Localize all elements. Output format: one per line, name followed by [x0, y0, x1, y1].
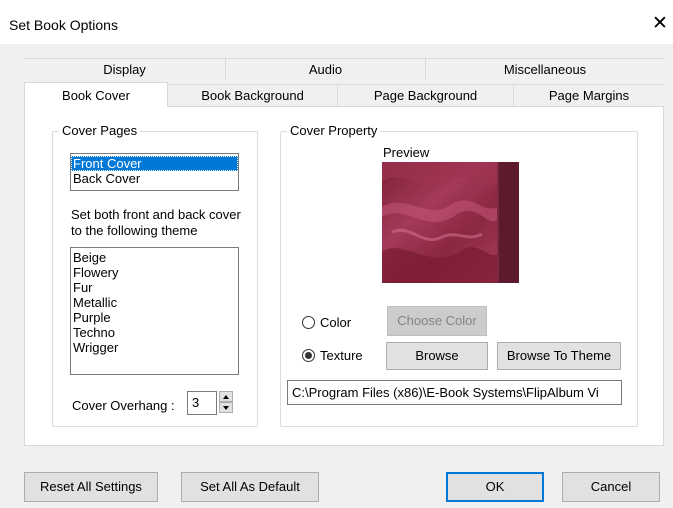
- close-icon[interactable]: ✕: [652, 14, 668, 33]
- choose-color-button[interactable]: Choose Color: [387, 306, 487, 336]
- cancel-button[interactable]: Cancel: [562, 472, 660, 502]
- tab-row-front: Book Cover Book Background Page Backgrou…: [24, 82, 664, 107]
- list-item-theme[interactable]: Wrigger: [71, 340, 238, 355]
- theme-instruction: Set both front and back cover to the fol…: [71, 207, 241, 238]
- list-item-theme[interactable]: Fur: [71, 280, 238, 295]
- texture-path-field[interactable]: C:\Program Files (x86)\E-Book Systems\Fl…: [287, 380, 622, 405]
- browse-to-theme-button[interactable]: Browse To Theme: [497, 342, 621, 370]
- ok-button[interactable]: OK: [446, 472, 544, 502]
- list-item-theme[interactable]: Metallic: [71, 295, 238, 310]
- cover-property-label: Cover Property: [287, 123, 381, 139]
- cover-overhang-input[interactable]: 3: [187, 391, 217, 415]
- tab-page-margins[interactable]: Page Margins: [514, 85, 664, 106]
- set-all-as-default-button[interactable]: Set All As Default: [181, 472, 319, 502]
- color-radio-label[interactable]: Color: [320, 315, 351, 330]
- texture-radio-label[interactable]: Texture: [320, 348, 363, 363]
- window-title: Set Book Options: [9, 17, 118, 33]
- tab-page-background[interactable]: Page Background: [338, 85, 514, 106]
- spin-down-button[interactable]: [219, 402, 233, 413]
- cover-overhang-label: Cover Overhang :: [72, 398, 175, 413]
- browse-button[interactable]: Browse: [386, 342, 488, 370]
- theme-listbox[interactable]: Beige Flowery Fur Metallic Purple Techno…: [70, 247, 239, 375]
- tab-row-back: Display Audio Miscellaneous: [24, 58, 664, 81]
- list-item-front-cover[interactable]: Front Cover: [71, 156, 238, 171]
- list-item-theme[interactable]: Purple: [71, 310, 238, 325]
- list-item-back-cover[interactable]: Back Cover: [71, 171, 238, 186]
- texture-radio[interactable]: [302, 349, 315, 362]
- cover-page-listbox[interactable]: Front Cover Back Cover: [70, 153, 239, 191]
- reset-all-settings-button[interactable]: Reset All Settings: [24, 472, 158, 502]
- tab-display[interactable]: Display: [24, 59, 226, 80]
- texture-preview: [382, 162, 519, 283]
- cover-pages-label: Cover Pages: [59, 123, 141, 139]
- list-item-theme[interactable]: Flowery: [71, 265, 238, 280]
- tab-miscellaneous[interactable]: Miscellaneous: [426, 59, 664, 80]
- arrow-up-icon: [223, 395, 229, 399]
- color-radio[interactable]: [302, 316, 315, 329]
- tab-audio[interactable]: Audio: [226, 59, 426, 80]
- preview-label: Preview: [383, 145, 430, 160]
- tab-book-background[interactable]: Book Background: [168, 85, 338, 106]
- list-item-theme[interactable]: Techno: [71, 325, 238, 340]
- cover-overhang-spinner[interactable]: [219, 391, 233, 413]
- arrow-down-icon: [223, 406, 229, 410]
- list-item-theme[interactable]: Beige: [71, 250, 238, 265]
- tab-book-cover[interactable]: Book Cover: [24, 82, 168, 107]
- title-bar: Set Book Options ✕: [0, 0, 673, 44]
- spin-up-button[interactable]: [219, 391, 233, 402]
- cover-preview-image: [382, 162, 519, 283]
